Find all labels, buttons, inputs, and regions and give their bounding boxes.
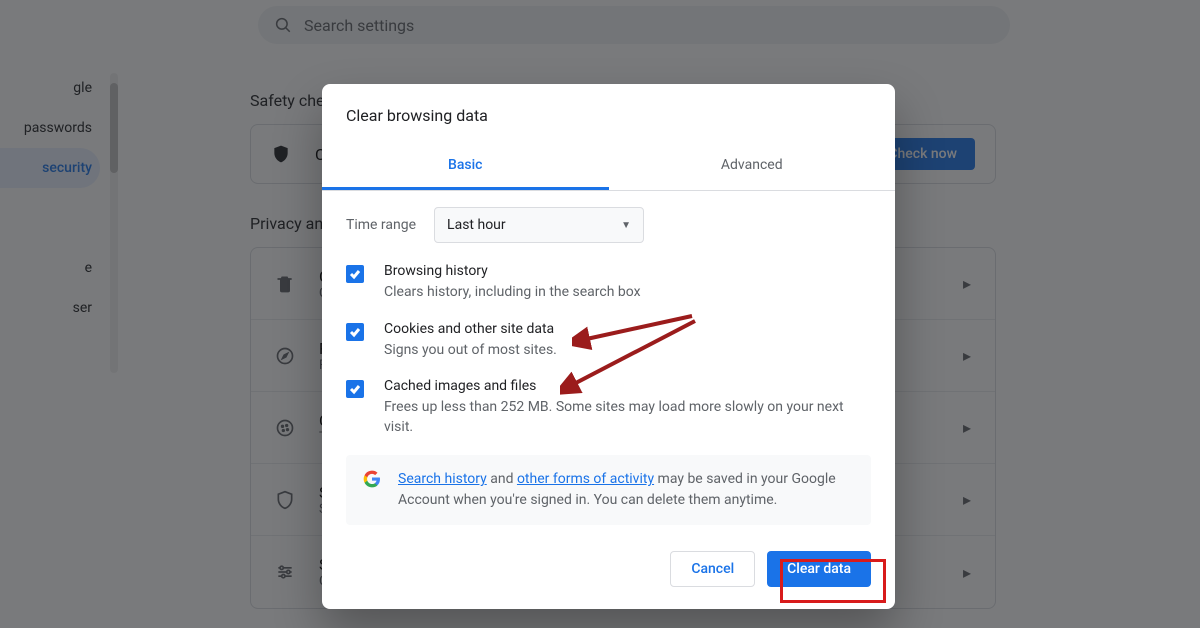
dialog-title: Clear browsing data (322, 84, 895, 143)
option-title-cookies: Cookies and other site data (384, 321, 557, 337)
annotation-highlight-box (780, 559, 886, 603)
dropdown-arrow-icon: ▼ (621, 220, 631, 231)
search-history-link[interactable]: Search history (398, 471, 487, 487)
time-range-label: Time range (346, 217, 416, 233)
tab-basic[interactable]: Basic (322, 143, 609, 190)
clear-browsing-data-dialog: Clear browsing data Basic Advanced Time … (322, 84, 895, 609)
google-account-info: Search history and other forms of activi… (346, 455, 871, 525)
option-title-browsing-history: Browsing history (384, 263, 641, 279)
time-range-select[interactable]: Last hour ▼ (434, 207, 644, 243)
option-title-cache: Cached images and files (384, 378, 871, 394)
option-desc-cookies: Signs you out of most sites. (384, 341, 557, 361)
other-activity-link[interactable]: other forms of activity (517, 471, 654, 487)
google-logo-icon (362, 469, 382, 489)
option-desc-browsing-history: Clears history, including in the search … (384, 283, 641, 303)
checkbox-cache[interactable] (346, 380, 364, 398)
cancel-button[interactable]: Cancel (670, 551, 755, 587)
checkbox-cookies[interactable] (346, 323, 364, 341)
checkbox-browsing-history[interactable] (346, 265, 364, 283)
option-desc-cache: Frees up less than 252 MB. Some sites ma… (384, 398, 871, 437)
tab-advanced[interactable]: Advanced (609, 143, 896, 190)
